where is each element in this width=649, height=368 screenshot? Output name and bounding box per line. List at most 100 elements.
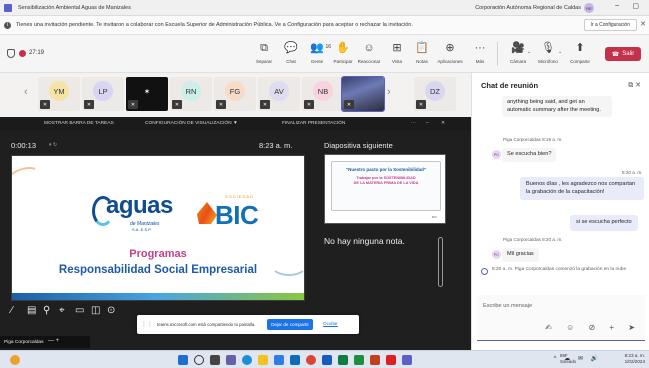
smiley-icon: ☺ (363, 42, 375, 54)
next-slide-label: Diapositiva siguiente (324, 141, 393, 150)
store-icon[interactable] (274, 355, 284, 365)
pen-icon[interactable]: ⁄ (11, 305, 13, 316)
meeting-toolbar: 27:19 ⧉ Separar 💬 Chat 👥 16 Gente ✋ Part… (0, 35, 649, 73)
more-options-icon[interactable]: ⊙ (107, 305, 115, 316)
next-slide-thumbnail[interactable]: "Nuestro pacto por la Sostenibilidad" Tr… (324, 154, 446, 224)
apps-button[interactable]: ⊕ Aplicaciones (436, 41, 464, 64)
slide-heading: Programas (129, 248, 187, 260)
participant-tile[interactable]: FG ✕ (214, 77, 256, 111)
participant-tile[interactable]: NB ✕ (302, 77, 344, 111)
current-slide: aguas de Manizales S.A. E.S.P. SOCIEDAD … (11, 155, 305, 301)
edge-icon[interactable] (242, 355, 252, 365)
weather-widget-icon[interactable] (10, 355, 20, 365)
leave-button[interactable]: ☎ Salir (605, 47, 641, 61)
current-time: 8:23 a. m. (259, 141, 293, 150)
subtitles-icon[interactable]: ◫ (91, 305, 100, 316)
slides-grid-icon[interactable]: ▤ (27, 305, 36, 316)
more-button[interactable]: ··· Más (466, 41, 494, 64)
timer-controls[interactable]: ⏸ ↻ (49, 142, 57, 148)
display-settings-button[interactable]: CONFIGURACIÓN DE VISUALIZACIÓN ▼ (145, 121, 238, 126)
decorative-band (12, 293, 304, 300)
teams-icon[interactable] (226, 355, 236, 365)
organization-name[interactable]: Corporación Autónoma Regional de Caldas (475, 5, 581, 11)
chevron-left-icon[interactable]: ‹ (24, 86, 28, 98)
chevron-down-icon[interactable]: ⌄ (527, 49, 531, 55)
outlook-icon[interactable] (290, 355, 300, 365)
chrome-icon[interactable] (306, 355, 316, 365)
close-icon[interactable]: ✕ (640, 20, 646, 28)
more-icon[interactable]: ··· (411, 121, 416, 126)
chat-header-icons[interactable]: ⧉ ✕ (628, 81, 641, 90)
chat-message: anything being said, and get an automati… (502, 96, 612, 117)
participant-tile[interactable]: ✶ ✕ (126, 77, 168, 111)
windows-start-icon[interactable] (178, 355, 188, 365)
shield-icon (7, 49, 15, 58)
go-to-settings-button[interactable]: Ir a Configuración (583, 19, 637, 31)
notes-scrollbar[interactable] (438, 237, 443, 287)
show-taskbar-button[interactable]: MOSTRAR BARRA DE TAREAS (44, 121, 114, 126)
drag-handle-icon[interactable]: ⋮⋮ (141, 321, 153, 328)
minimize-icon[interactable]: – (426, 121, 429, 126)
participant-tile[interactable]: LP ✕ (82, 77, 124, 111)
share-button[interactable]: ⬆ Comparte (566, 41, 594, 64)
participant-video-tile[interactable]: ✕ (341, 76, 385, 112)
task-view-icon[interactable] (210, 355, 220, 365)
maximize-icon[interactable]: ▢ (632, 2, 639, 10)
message-input[interactable]: Escribe un mensaje (483, 303, 532, 309)
word-icon[interactable] (322, 355, 332, 365)
microphone-off-icon: ✕ (84, 100, 94, 109)
participant-tile[interactable]: DZ ✕ (414, 77, 456, 111)
presentation-timer: 0:00:13 (11, 141, 37, 150)
teams-icon (4, 3, 12, 12)
message-compose-box[interactable]: Escribe un mensaje ✍ ☺ ⊘ + ➤ (477, 295, 645, 341)
teams-chat-icon[interactable] (402, 355, 412, 365)
people-button[interactable]: 👥 16 Gente (303, 41, 331, 64)
system-message: 8:20 a. m. Piga Corporcaldas comenzó la … (492, 267, 627, 272)
participant-tile[interactable]: RN ✕ (170, 77, 212, 111)
black-screen-icon[interactable]: ▭ (75, 305, 84, 316)
participant-tile[interactable]: YM ✕ (38, 77, 80, 111)
add-apps-icon: ⊕ (445, 42, 455, 54)
pop-out-button[interactable]: ⧉ Separar (250, 41, 278, 64)
search-icon[interactable] (194, 355, 204, 365)
decorative-curve (12, 161, 48, 201)
hand-icon: ✋ (336, 42, 350, 54)
chat-message: Mil gracias (502, 248, 539, 262)
microphone-off-icon: ✕ (128, 100, 138, 109)
compose-tools[interactable]: ✍ ☺ ⊘ + ➤ (545, 323, 641, 332)
powerpoint-icon[interactable] (370, 355, 380, 365)
meeting-chat-panel: Chat de reunión ⧉ ✕ anything being said,… (471, 73, 649, 350)
zoom-icon[interactable]: ⚲ (43, 305, 50, 316)
react-button[interactable]: ☺ Reaccionar (355, 41, 383, 64)
stop-sharing-button[interactable]: Dejar de compartir (267, 319, 313, 330)
excel-icon[interactable] (338, 355, 348, 365)
file-explorer-icon[interactable] (258, 355, 268, 365)
acrobat-icon[interactable] (386, 355, 396, 365)
chevron-right-icon[interactable]: › (387, 86, 391, 98)
pointer-icon[interactable]: ⌖ (59, 305, 65, 316)
minimize-icon[interactable]: – (615, 2, 619, 9)
end-show-button[interactable]: FINALIZAR PRESENTACIÓN (282, 121, 345, 126)
microphone-off-icon: ✕ (172, 100, 182, 109)
microphone-off-icon: ✕ (216, 100, 226, 109)
view-button[interactable]: ⊞ Vista (383, 41, 411, 64)
windows-taskbar: ^ ☁ ✉ 🔊 85F Soleado 8:23 a. m. 1/02/2024 (0, 350, 649, 368)
info-icon: i (4, 21, 11, 29)
raise-hand-button[interactable]: ✋ Participar (329, 41, 357, 64)
participant-tile[interactable]: AV ✕ (258, 77, 300, 111)
close-icon[interactable]: ✕ (441, 121, 445, 126)
user-avatar[interactable]: RE (584, 3, 594, 13)
notes-button[interactable]: 📋 Notas (408, 41, 436, 64)
zoom-controls[interactable]: — + (48, 338, 59, 344)
weather-widget[interactable]: 85F Soleado (560, 353, 576, 365)
chevron-down-icon[interactable]: ⌄ (558, 49, 562, 55)
invitation-banner: i Tienes una invitación pendiente. Te in… (0, 16, 649, 35)
hide-link[interactable]: Ocultar (323, 321, 338, 326)
avatar: LP (93, 81, 113, 101)
app-icon[interactable] (354, 355, 364, 365)
taskbar-clock[interactable]: 8:23 a. m. 1/02/2024 (625, 353, 645, 365)
chat-button[interactable]: 💬 Chat (277, 41, 305, 64)
own-chat-message: Buenos días , les agradezco nos comparta… (520, 177, 644, 200)
avatar: RN (181, 81, 201, 101)
avatar: FG (225, 81, 245, 101)
